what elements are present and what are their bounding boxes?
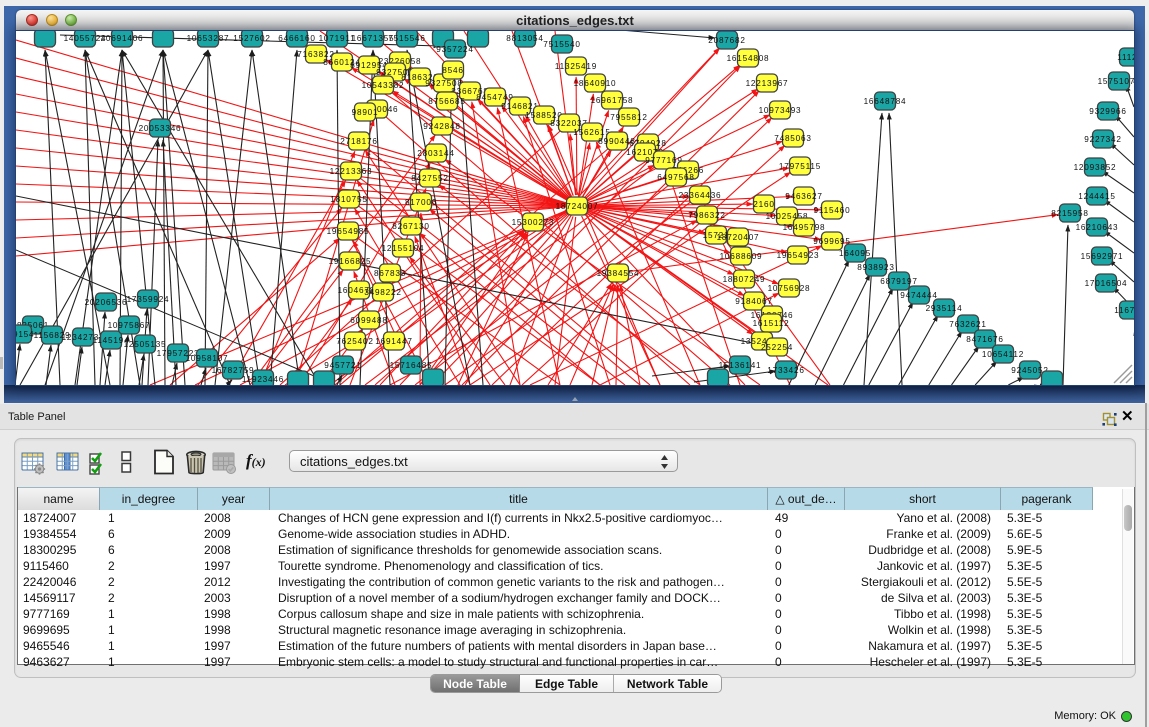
svg-text:8267130: 8267130 [392,222,429,231]
svg-text:1244415: 1244415 [1078,192,1115,201]
svg-text:9357224: 9357224 [436,45,473,54]
svg-text:9457721: 9457721 [324,361,361,370]
svg-text:10975867: 10975867 [108,321,151,330]
svg-text:16154808: 16154808 [727,54,770,63]
svg-text:8938923: 8938923 [857,263,894,272]
svg-text:1733426: 1733426 [767,366,804,375]
svg-text:9242848: 9242848 [423,122,460,131]
svg-text:10958107: 10958107 [186,354,229,363]
svg-text:15136141: 15136141 [719,361,762,370]
svg-text:9115460: 9115460 [814,206,851,215]
svg-text:1615112: 1615112 [753,319,790,328]
svg-text:9184067: 9184067 [735,297,772,306]
svg-text:7955812: 7955812 [610,113,647,122]
svg-text:2935114: 2935114 [926,304,963,313]
svg-text:252254: 252254 [761,343,793,352]
svg-text:15751074: 15751074 [1098,77,1134,86]
svg-text:15300273: 15300273 [512,218,555,227]
svg-text:18807249: 18807249 [723,275,766,284]
svg-text:6497568: 6497568 [657,173,694,182]
svg-text:8546: 8546 [442,66,463,75]
svg-text:1691447: 1691447 [375,337,412,346]
svg-text:16782759: 16782759 [212,366,255,375]
svg-text:9329966: 9329966 [1089,107,1126,116]
svg-text:2803144: 2803144 [417,149,454,158]
svg-text:11325419: 11325419 [555,62,597,71]
svg-text:867833: 867833 [374,269,406,278]
svg-text:8427552: 8427552 [411,174,448,183]
svg-text:7515546: 7515546 [388,34,425,43]
svg-text:8215958: 8215958 [1051,209,1088,218]
svg-text:8454749: 8454749 [476,93,513,102]
svg-text:8471676: 8471676 [966,335,1003,344]
svg-text:7986322: 7986322 [688,211,725,220]
svg-text:8756685: 8756685 [428,97,465,106]
svg-text:10973493: 10973493 [759,106,802,115]
svg-text:6466160: 6466160 [278,34,315,43]
svg-text:2718176: 2718176 [340,137,377,146]
svg-text:1562615: 1562615 [573,128,610,137]
svg-text:16961758: 16961758 [591,96,634,105]
svg-text:19654923: 19654923 [777,251,820,260]
svg-text:9227342: 9227342 [1084,135,1121,144]
svg-text:7625402: 7625402 [336,337,373,346]
svg-text:17975115: 17975115 [779,162,821,171]
svg-text:11923446: 11923446 [242,375,284,384]
svg-text:1071911: 1071911 [319,34,356,43]
svg-text:12505135: 12505135 [124,340,167,349]
svg-text:817006: 817006 [405,198,437,207]
svg-text:18720407: 18720407 [717,233,760,242]
svg-text:1810755: 1810755 [330,195,367,204]
svg-text:17359924: 17359924 [127,295,170,304]
svg-text:6099488: 6099488 [350,316,387,325]
svg-text:16210643: 16210643 [1076,223,1119,232]
svg-text:16648784: 16648784 [864,97,907,106]
svg-text:17016504: 17016504 [1085,279,1128,288]
svg-text:9699695: 9699695 [813,237,850,246]
svg-text:6879197: 6879197 [880,277,917,286]
svg-text:12093852: 12093852 [1074,163,1117,172]
svg-text:19166825: 19166825 [329,257,372,266]
svg-text:39154: 39154 [16,330,34,339]
svg-text:10653287: 10653287 [187,34,230,43]
svg-text:23364436: 23364436 [679,191,722,200]
svg-text:12155104: 12155104 [382,244,425,253]
svg-text:7515540: 7515540 [543,40,580,49]
svg-text:18724007: 18724007 [556,202,599,211]
svg-text:12213363: 12213363 [330,167,373,176]
svg-text:8813054: 8813054 [506,34,543,43]
svg-text:2160: 2160 [753,200,774,209]
svg-text:2087682: 2087682 [708,36,745,45]
svg-text:9777169: 9777169 [645,156,682,165]
svg-text:7632621: 7632621 [949,320,986,329]
svg-text:98901: 98901 [352,108,379,117]
svg-text:164095: 164095 [839,249,871,258]
svg-text:1527602: 1527602 [233,34,270,43]
svg-text:20206536: 20206536 [85,298,128,307]
svg-text:20053346: 20053346 [139,124,182,133]
svg-text:10543382: 10543382 [362,81,405,90]
svg-text:16495798: 16495798 [783,223,826,232]
svg-text:9474444: 9474444 [900,291,937,300]
svg-text:20691406: 20691406 [101,34,144,43]
svg-text:19654985: 19654985 [327,227,370,236]
svg-text:18640910: 18640910 [574,79,617,88]
svg-text:10688609: 10688609 [720,252,763,261]
svg-text:19384554: 19384554 [597,269,640,278]
svg-text:116753: 116753 [1114,306,1134,315]
svg-text:10756928: 10756928 [768,284,811,293]
svg-text:3498222: 3498222 [364,288,401,297]
svg-text:15692971: 15692971 [1081,252,1124,261]
svg-text:7485063: 7485063 [774,134,811,143]
svg-text:9463627: 9463627 [785,192,822,201]
svg-text:12213967: 12213967 [746,79,789,88]
svg-text:11123: 11123 [1117,53,1134,62]
svg-text:10654112: 10654112 [982,350,1024,359]
